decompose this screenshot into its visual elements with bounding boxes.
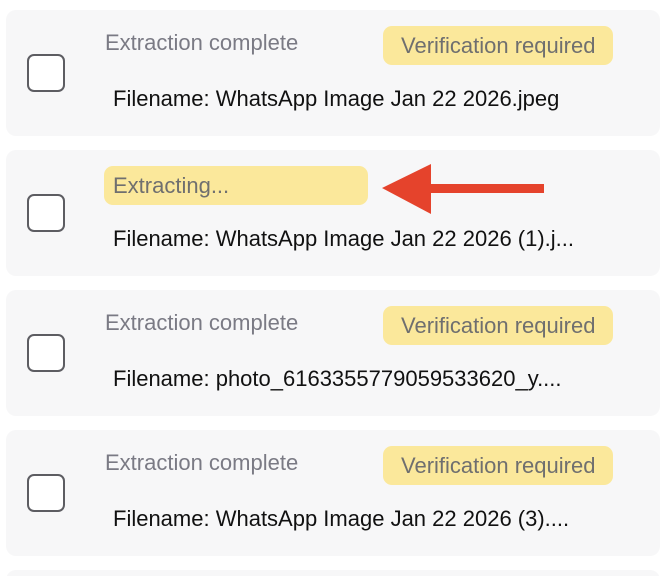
select-checkbox[interactable] — [27, 334, 65, 372]
list-item: Extraction complete Verification require… — [6, 290, 660, 416]
filename-text: Filename: WhatsApp Image Jan 22 2026 (3)… — [113, 506, 570, 531]
list-item: Extracting... Filename: WhatsApp Image J… — [6, 150, 660, 276]
verification-badge: Verification required — [383, 446, 614, 485]
status-text: Extraction complete — [105, 30, 299, 55]
filename-text: Filename: WhatsApp Image Jan 22 2026.jpe… — [113, 86, 560, 111]
status-text: Extraction complete — [105, 310, 299, 335]
filename-text: Filename: photo_6163355779059533620_y...… — [113, 366, 562, 391]
list-item-partial — [6, 570, 660, 576]
file-list: Extraction complete Verification require… — [0, 0, 660, 576]
select-checkbox[interactable] — [27, 194, 65, 232]
select-checkbox[interactable] — [27, 474, 65, 512]
select-checkbox[interactable] — [27, 54, 65, 92]
verification-badge: Verification required — [383, 306, 614, 345]
extracting-badge: Extracting... — [104, 166, 368, 205]
list-item: Extraction complete Verification require… — [6, 430, 660, 556]
status-text: Extraction complete — [105, 450, 299, 475]
list-item: Extraction complete Verification require… — [6, 10, 660, 136]
arrow-left-icon — [382, 164, 544, 214]
verification-badge: Verification required — [383, 26, 614, 65]
filename-text: Filename: WhatsApp Image Jan 22 2026 (1)… — [113, 226, 575, 251]
